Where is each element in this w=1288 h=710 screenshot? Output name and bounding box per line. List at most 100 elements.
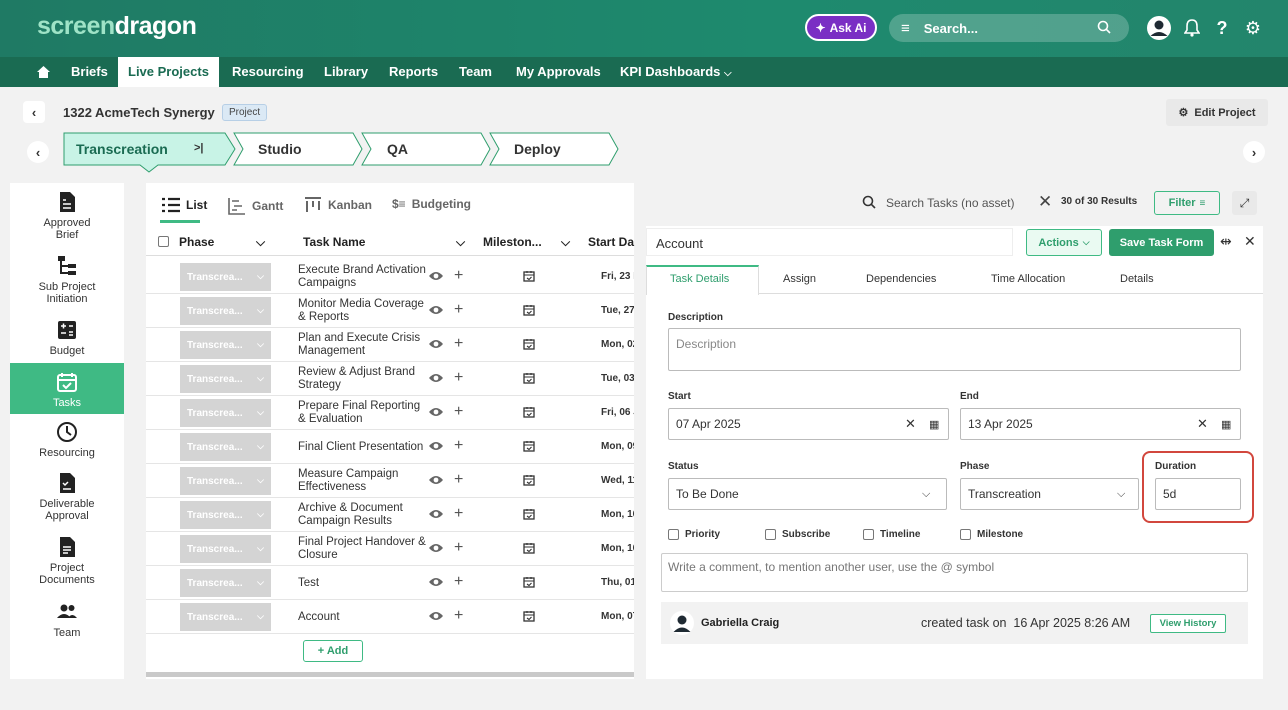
table-row[interactable]: Transcrea...⌵ Test + Thu, 01 M bbox=[146, 566, 634, 600]
add-subtask-icon[interactable]: + bbox=[454, 607, 463, 625]
add-task-button[interactable]: + Add bbox=[303, 640, 363, 662]
task-name-field[interactable]: Account bbox=[646, 228, 1013, 256]
view-tab-kanban[interactable]: Kanban bbox=[304, 197, 372, 213]
sidebar-item-team[interactable]: Team bbox=[10, 601, 124, 641]
add-subtask-icon[interactable]: + bbox=[454, 505, 463, 523]
nav-reports[interactable]: Reports bbox=[379, 57, 448, 87]
tab-dependencies[interactable]: Dependencies bbox=[866, 273, 936, 285]
task-name[interactable]: Test bbox=[298, 577, 428, 590]
phase-select[interactable]: Transcrea... ⌵ bbox=[180, 501, 271, 529]
close-icon[interactable]: ✕ bbox=[1244, 233, 1256, 250]
phase-select[interactable]: Transcreation ⌵ bbox=[960, 478, 1139, 510]
nav-briefs[interactable]: Briefs bbox=[61, 57, 118, 87]
save-task-form-button[interactable]: Save Task Form bbox=[1109, 229, 1214, 256]
stage-transcreation[interactable]: Transcreation >| bbox=[63, 132, 236, 173]
view-tab-gantt[interactable]: Gantt bbox=[228, 197, 283, 215]
add-subtask-icon[interactable]: + bbox=[454, 335, 463, 353]
phase-select[interactable]: Transcrea... ⌵ bbox=[180, 603, 271, 631]
clear-icon[interactable]: ✕ bbox=[1197, 416, 1208, 432]
phase-select[interactable]: Transcrea... ⌵ bbox=[180, 297, 271, 325]
milestone-calendar-icon[interactable] bbox=[523, 270, 535, 282]
milestone-calendar-icon[interactable] bbox=[523, 542, 535, 554]
global-search-input[interactable]: ≡ Search... bbox=[889, 14, 1129, 42]
phase-select[interactable]: Transcrea... ⌵ bbox=[180, 433, 271, 461]
task-search-input[interactable]: Search Tasks (no asset) bbox=[886, 196, 1015, 210]
milestone-calendar-icon[interactable] bbox=[523, 610, 535, 622]
phase-select[interactable]: Transcrea... ⌵ bbox=[180, 569, 271, 597]
add-subtask-icon[interactable]: + bbox=[454, 471, 463, 489]
back-button[interactable]: ‹ bbox=[23, 101, 45, 123]
table-row[interactable]: Transcrea... ⌵ Monitor Media Coverage & Re… bbox=[146, 294, 634, 328]
column-header-phase[interactable]: Phase bbox=[179, 235, 214, 249]
table-row[interactable]: Transcrea... ⌵ Review & Adjust Brand Strat… bbox=[146, 362, 634, 396]
milestone-calendar-icon[interactable] bbox=[523, 406, 535, 418]
view-tab-budgeting[interactable]: $≡ Budgeting bbox=[392, 197, 471, 211]
phase-select[interactable]: Transcrea... ⌵ bbox=[180, 365, 271, 393]
subscribe-checkbox[interactable]: Subscribe bbox=[765, 529, 830, 540]
nav-library[interactable]: Library bbox=[314, 57, 378, 87]
fullscreen-icon[interactable]: ⤢ bbox=[1232, 191, 1257, 215]
chevron-down-icon[interactable]: ⌵ bbox=[456, 235, 465, 250]
sidebar-item-deliverable-approval[interactable]: Deliverable Approval bbox=[10, 472, 124, 524]
select-all-checkbox[interactable] bbox=[158, 236, 169, 247]
phase-select[interactable]: Transcrea... ⌵ bbox=[180, 467, 271, 495]
timeline-checkbox[interactable]: Timeline bbox=[863, 529, 920, 540]
calendar-icon[interactable]: ▦ bbox=[1221, 418, 1231, 431]
view-tab-list[interactable]: List bbox=[162, 197, 207, 213]
sidebar-item-budget[interactable]: Budget bbox=[10, 319, 124, 359]
chevron-down-icon[interactable]: ⌵ bbox=[561, 235, 570, 250]
phase-select[interactable]: Transcrea... ⌵ bbox=[180, 535, 271, 563]
tab-assign[interactable]: Assign bbox=[783, 273, 816, 285]
column-header-start-date[interactable]: Start Da bbox=[588, 235, 634, 249]
phase-select[interactable]: Transcrea... ⌵ bbox=[180, 331, 271, 359]
user-avatar-icon[interactable] bbox=[1146, 15, 1172, 41]
home-icon[interactable] bbox=[26, 57, 61, 87]
task-name[interactable]: Monitor Media Coverage & Reports bbox=[298, 298, 428, 324]
milestone-calendar-icon[interactable] bbox=[523, 576, 535, 588]
sidebar-item-approved-brief[interactable]: Approved Brief bbox=[10, 191, 124, 243]
task-name[interactable]: Archive & Document Campaign Results bbox=[298, 502, 428, 528]
stage-qa[interactable]: QA bbox=[361, 132, 491, 166]
tab-details[interactable]: Details bbox=[1120, 273, 1154, 285]
tab-task-details[interactable]: Task Details bbox=[670, 273, 729, 285]
nav-live-projects[interactable]: Live Projects bbox=[118, 57, 219, 87]
table-row[interactable]: Transcrea... ⌵ Prepare Final Reporting & E… bbox=[146, 396, 634, 430]
comment-input[interactable]: Write a comment, to mention another user… bbox=[661, 553, 1248, 592]
actions-button[interactable]: Actions ⌵ bbox=[1026, 229, 1102, 256]
help-icon[interactable]: ? bbox=[1209, 15, 1235, 41]
view-history-button[interactable]: View History bbox=[1150, 614, 1226, 633]
bell-icon[interactable] bbox=[1179, 15, 1205, 41]
end-date-field[interactable]: 13 Apr 2025 ✕ ▦ bbox=[960, 408, 1241, 440]
milestone-checkbox[interactable]: Milestone bbox=[960, 529, 1023, 540]
table-row[interactable]: Transcrea... ⌵ Final Client Presentation + M… bbox=[146, 430, 634, 464]
milestone-calendar-icon[interactable] bbox=[523, 372, 535, 384]
description-field[interactable]: Description bbox=[668, 328, 1241, 371]
eye-icon[interactable] bbox=[428, 304, 444, 316]
stages-next-button[interactable]: › bbox=[1243, 141, 1265, 163]
sidebar-item-sub-project-initiation[interactable]: Sub Project Initiation bbox=[10, 255, 124, 307]
task-name[interactable]: Prepare Final Reporting & Evaluation bbox=[298, 400, 428, 426]
nav-team[interactable]: Team bbox=[449, 57, 502, 87]
milestone-calendar-icon[interactable] bbox=[523, 508, 535, 520]
add-subtask-icon[interactable]: + bbox=[454, 539, 463, 557]
eye-icon[interactable] bbox=[428, 610, 444, 622]
stage-studio[interactable]: Studio bbox=[233, 132, 363, 166]
milestone-calendar-icon[interactable] bbox=[523, 440, 535, 452]
table-row[interactable]: Transcrea... ⌵ Measure Campaign Effectiven… bbox=[146, 464, 634, 498]
clear-icon[interactable]: ✕ bbox=[905, 416, 916, 432]
phase-select[interactable]: Transcrea... ⌵ bbox=[180, 399, 271, 427]
task-name[interactable]: Plan and Execute Crisis Management bbox=[298, 332, 428, 358]
milestone-calendar-icon[interactable] bbox=[523, 304, 535, 316]
add-subtask-icon[interactable]: + bbox=[454, 437, 463, 455]
task-name[interactable]: Final Project Handover & Closure bbox=[298, 536, 428, 562]
eye-icon[interactable] bbox=[428, 474, 444, 486]
column-header-task-name[interactable]: Task Name bbox=[303, 235, 365, 249]
add-subtask-icon[interactable]: + bbox=[454, 301, 463, 319]
eye-icon[interactable] bbox=[428, 372, 444, 384]
tab-time-allocation[interactable]: Time Allocation bbox=[991, 273, 1065, 285]
task-name[interactable]: Review & Adjust Brand Strategy bbox=[298, 366, 428, 392]
ask-ai-button[interactable]: ✦ Ask Ai bbox=[805, 14, 877, 41]
gear-icon[interactable]: ⚙ bbox=[1240, 15, 1266, 41]
eye-icon[interactable] bbox=[428, 542, 444, 554]
task-name[interactable]: Execute Brand Activation Campaigns bbox=[298, 264, 428, 290]
